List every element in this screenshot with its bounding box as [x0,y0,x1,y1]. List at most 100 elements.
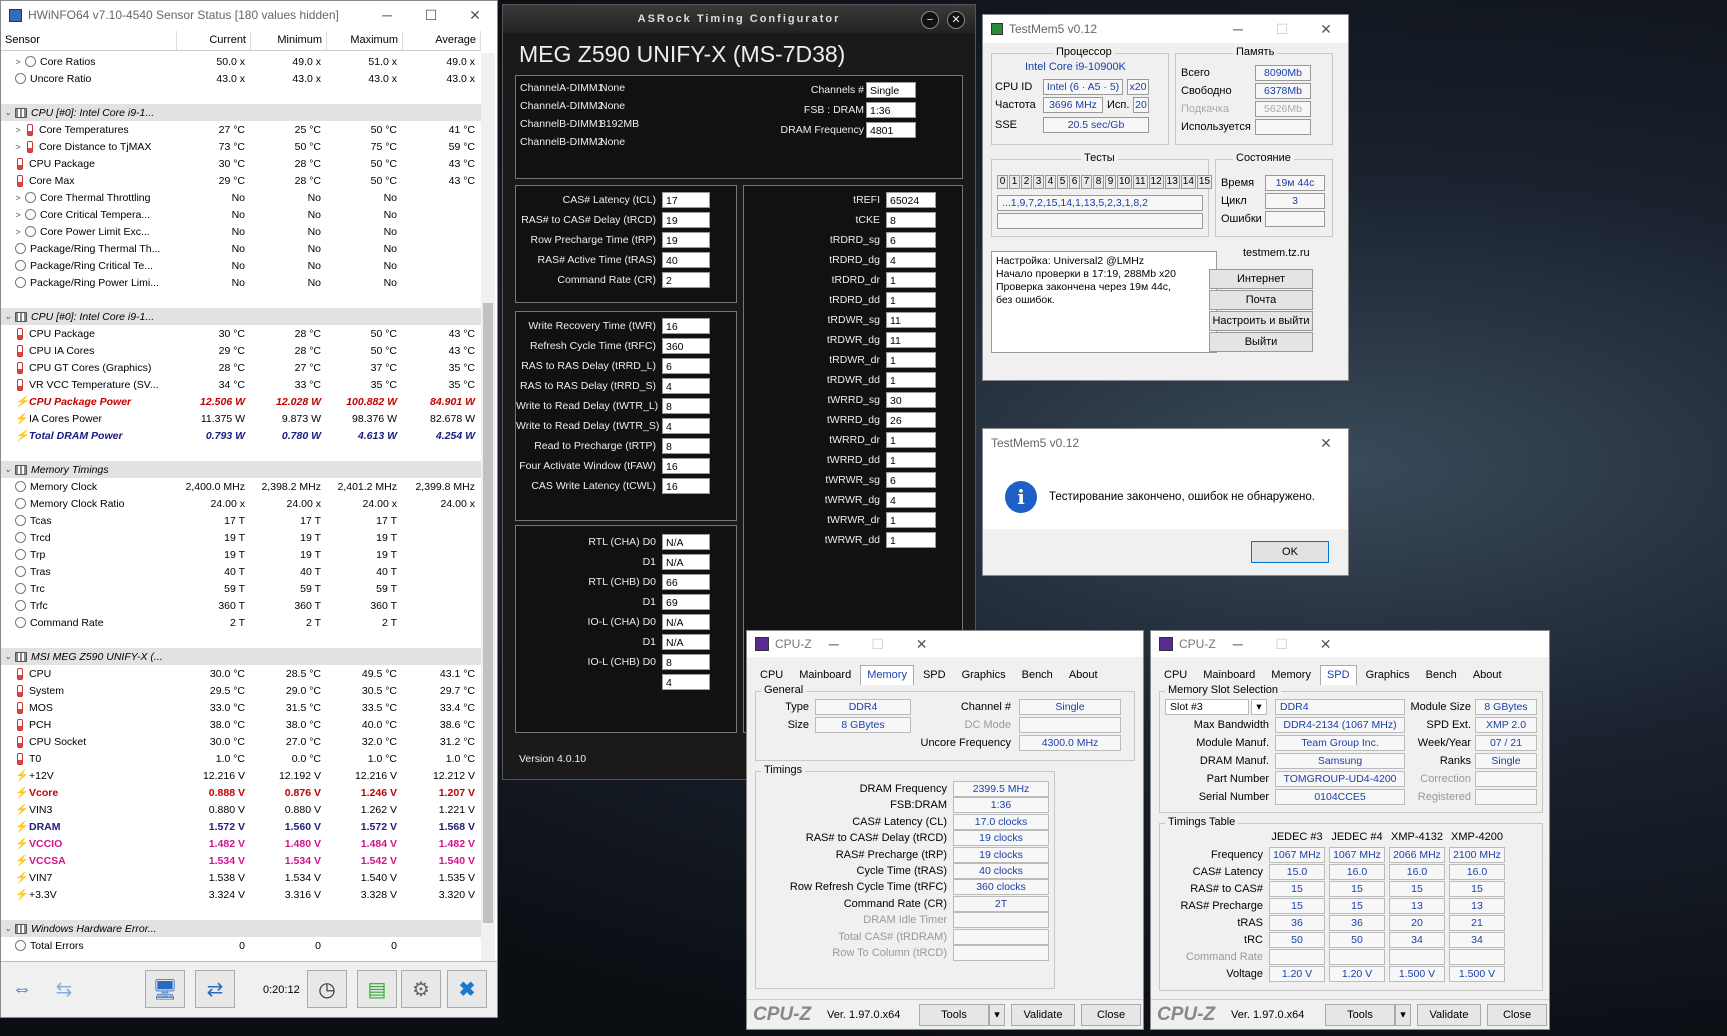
sensor-group-row[interactable]: ⌄ Memory Timings [1,461,481,478]
arrows-collapse-icon[interactable]: ⇆ [47,970,81,1008]
tertiary-timing-field[interactable]: 30 [886,392,936,408]
log-textbox[interactable]: Настройка: Universal2 @LMHz Начало прове… [991,251,1217,353]
expand-chevron-icon[interactable]: > [11,210,25,220]
tab-about[interactable]: About [1466,665,1509,685]
column-maximum[interactable]: Maximum [327,31,403,50]
clock-icon[interactable]: ◷ [307,970,347,1008]
tertiary-timing-field[interactable]: 1 [886,272,936,288]
sensor-group-row[interactable]: ⌄ MSI MEG Z590 UNIFY-X (... [1,648,481,665]
tab-bench[interactable]: Bench [1015,665,1060,685]
sensor-row[interactable]: > Core Temperatures 27 °C 25 °C 50 °C 41 °C [1,121,481,138]
sensor-row[interactable]: > Core Distance to TjMAX 73 °C 50 °C 75 °C 59… [1,138,481,155]
column-current[interactable]: Current [177,31,251,50]
sensor-row[interactable]: ⚡ IA Cores Power 11.375 W 9.873 W 98.376 W 82… [1,410,481,427]
primary-timing-field[interactable]: 19 [662,232,710,248]
sensor-group-row[interactable]: ⌄ CPU [#0]: Intel Core i9-1... [1,308,481,325]
slot-dropdown-icon[interactable]: ▾ [1251,699,1267,715]
config-field[interactable]: 4801 [866,122,916,138]
close-button[interactable]: Close [1487,1004,1547,1026]
tertiary-timing-field[interactable]: 1 [886,452,936,468]
sensor-row[interactable]: > Core Ratios 50.0 x 49.0 x 51.0 x 49.0 x [1,53,481,70]
sensor-row[interactable]: Tras 40 T 40 T 40 T [1,563,481,580]
sensor-row[interactable]: Uncore Ratio 43.0 x 43.0 x 43.0 x 43.0 x [1,70,481,87]
tools-dropdown-icon[interactable]: ▾ [1395,1004,1411,1026]
expand-chevron-icon[interactable]: > [11,142,25,152]
primary-timing-field[interactable]: 40 [662,252,710,268]
validate-button[interactable]: Validate [1417,1004,1481,1026]
close-icon[interactable]: ✕ [1304,631,1348,658]
sensor-row[interactable]: Core Max 29 °C 28 °C 50 °C 43 °C [1,172,481,189]
rtl-timing-field[interactable]: N/A [662,554,710,570]
expand-chevron-icon[interactable]: > [11,57,25,67]
tab-memory[interactable]: Memory [1264,665,1318,685]
exit-button[interactable]: Выйти [1209,332,1313,352]
column-minimum[interactable]: Minimum [251,31,327,50]
gear-icon[interactable]: ⚙ [401,970,441,1008]
rtl-timing-field[interactable]: 4 [662,674,710,690]
tertiary-timing-field[interactable]: 6 [886,472,936,488]
secondary-timing-field[interactable]: 16 [662,318,710,334]
rtl-timing-field[interactable]: 8 [662,654,710,670]
maximize-icon[interactable]: ☐ [409,1,453,29]
sensor-row[interactable]: Trfc 360 T 360 T 360 T [1,597,481,614]
expand-chevron-icon[interactable]: > [11,193,25,203]
close-icon[interactable]: ✕ [900,631,944,658]
sensor-row[interactable]: > Core Power Limit Exc... No No No [1,223,481,240]
tab-graphics[interactable]: Graphics [955,665,1013,685]
tertiary-timing-field[interactable]: 4 [886,492,936,508]
config-field[interactable]: Single [866,82,916,98]
tertiary-timing-field[interactable]: 1 [886,372,936,388]
ok-button[interactable]: OK [1251,541,1329,563]
secondary-timing-field[interactable]: 8 [662,398,710,414]
tab-cpu[interactable]: CPU [753,665,790,685]
sensor-row[interactable]: Package/Ring Critical Te... No No No [1,257,481,274]
sensor-row[interactable]: Package/Ring Thermal Th... No No No [1,240,481,257]
sensor-row[interactable]: Package/Ring Power Limi... No No No [1,274,481,291]
tertiary-timing-field[interactable]: 1 [886,292,936,308]
secondary-timing-field[interactable]: 16 [662,478,710,494]
collapse-chevron-icon[interactable]: ⌄ [1,311,15,322]
rtl-timing-field[interactable]: 69 [662,594,710,610]
tertiary-timing-field[interactable]: 65024 [886,192,936,208]
tertiary-timing-field[interactable]: 4 [886,252,936,268]
tertiary-timing-field[interactable]: 6 [886,232,936,248]
tertiary-timing-field[interactable]: 8 [886,212,936,228]
tools-button[interactable]: Tools [919,1004,989,1026]
sensor-row[interactable]: Trc 59 T 59 T 59 T [1,580,481,597]
sensor-row[interactable]: CPU Package 30 °C 28 °C 50 °C 43 °C [1,155,481,172]
tertiary-timing-field[interactable]: 11 [886,332,936,348]
tab-mainboard[interactable]: Mainboard [792,665,858,685]
add-report-icon[interactable]: ▤ [357,970,397,1008]
sensor-row[interactable]: CPU IA Cores 29 °C 28 °C 50 °C 43 °C [1,342,481,359]
slot-select[interactable]: Slot #3 [1165,699,1249,715]
cpuz-spd-titlebar[interactable]: CPU-Z ─ ☐ ✕ [1151,631,1549,657]
tools-dropdown-icon[interactable]: ▾ [989,1004,1005,1026]
sensor-row[interactable]: > Core Thermal Throttling No No No [1,189,481,206]
sensor-row[interactable]: ⚡ +12V 12.216 V 12.192 V 12.216 V 12.212 V [1,767,481,784]
close-icon[interactable]: ✕ [453,1,497,29]
minimize-icon[interactable]: ─ [1216,15,1260,43]
rtl-timing-field[interactable]: N/A [662,634,710,650]
sensor-row[interactable]: System 29.5 °C 29.0 °C 30.5 °C 29.7 °C [1,682,481,699]
cpuz-memory-titlebar[interactable]: CPU-Z ─ ☐ ✕ [747,631,1143,657]
secondary-timing-field[interactable]: 4 [662,378,710,394]
tools-button[interactable]: Tools [1325,1004,1395,1026]
secondary-timing-field[interactable]: 360 [662,338,710,354]
sensor-row[interactable]: CPU 30.0 °C 28.5 °C 49.5 °C 43.1 °C [1,665,481,682]
vertical-scrollbar[interactable] [481,53,495,961]
secondary-timing-field[interactable]: 8 [662,438,710,454]
secondary-timing-field[interactable]: 16 [662,458,710,474]
sensor-row[interactable]: ⚡ VIN3 0.880 V 0.880 V 1.262 V 1.221 V [1,801,481,818]
sensor-row[interactable]: VR VCC Temperature (SV... 34 °C 33 °C 35 °C… [1,376,481,393]
sensor-row[interactable]: ⚡ VCCSA 1.534 V 1.534 V 1.542 V 1.540 V [1,852,481,869]
sensor-row[interactable]: CPU Package 30 °C 28 °C 50 °C 43 °C [1,325,481,342]
close-button[interactable]: Close [1081,1004,1141,1026]
tertiary-timing-field[interactable]: 11 [886,312,936,328]
rtl-timing-field[interactable]: N/A [662,614,710,630]
secondary-timing-field[interactable]: 6 [662,358,710,374]
sensor-row[interactable]: ⚡ CPU Package Power 12.506 W 12.028 W 100.88… [1,393,481,410]
sensor-row[interactable]: T0 1.0 °C 0.0 °C 1.0 °C 1.0 °C [1,750,481,767]
secondary-timing-field[interactable]: 4 [662,418,710,434]
sensor-row[interactable]: Trp 19 T 19 T 19 T [1,546,481,563]
primary-timing-field[interactable]: 2 [662,272,710,288]
